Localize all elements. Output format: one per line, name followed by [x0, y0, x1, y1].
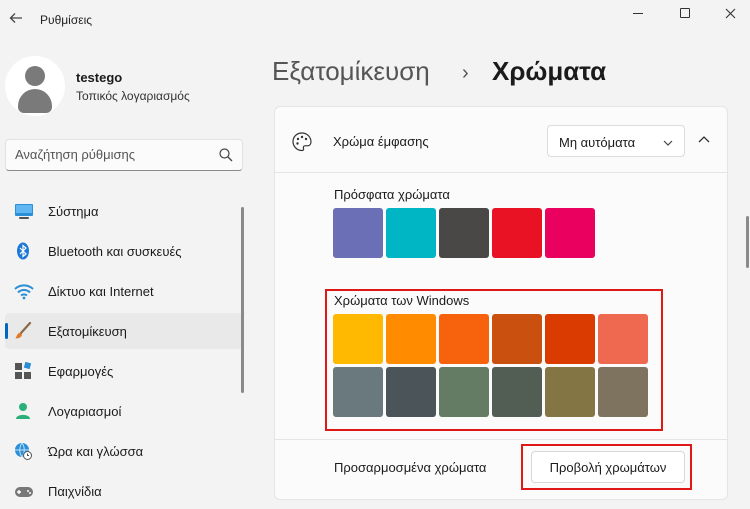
page-title: Χρώματα: [492, 56, 607, 86]
accent-color-label: Χρώμα έμφασης: [333, 134, 429, 149]
sidebar-item-label: Εξατομίκευση: [48, 324, 127, 339]
sidebar-item-network[interactable]: Δίκτυο και Internet: [5, 273, 243, 309]
custom-colors-label: Προσαρμοσμένα χρώματα: [334, 460, 487, 475]
highlight-box-windows-colors: [325, 289, 663, 431]
search-box[interactable]: [5, 139, 243, 171]
sidebar-item-time-language[interactable]: Ώρα και γλώσσα: [5, 433, 243, 469]
brush-icon: [14, 321, 32, 340]
recent-color-swatch[interactable]: [333, 208, 383, 258]
sidebar-scrollbar[interactable]: [241, 207, 244, 393]
sidebar-item-system[interactable]: Σύστημα: [5, 193, 243, 229]
accent-color-card: Χρώμα έμφασης Μη αυτόματα Πρόσφατα χρώμα…: [274, 106, 728, 500]
minimize-icon[interactable]: [624, 3, 652, 23]
recent-color-swatch[interactable]: [492, 208, 542, 258]
recent-colors-label: Πρόσφατα χρώματα: [334, 187, 450, 202]
accent-mode-dropdown[interactable]: Μη αυτόματα: [547, 125, 685, 157]
avatar[interactable]: [5, 56, 65, 116]
sidebar-item-accounts[interactable]: Λογαριασμοί: [5, 393, 243, 429]
breadcrumb-personalization[interactable]: Εξατομίκευση: [272, 56, 430, 87]
close-icon[interactable]: [716, 3, 744, 23]
account-type: Τοπικός λογαριασμός: [76, 89, 190, 103]
sidebar-item-bluetooth[interactable]: Bluetooth και συσκευές: [5, 233, 243, 269]
sidebar-item-apps[interactable]: Εφαρμογές: [5, 353, 243, 389]
palette-icon: [291, 131, 313, 153]
sidebar-item-personalization[interactable]: Εξατομίκευση: [5, 313, 243, 349]
search-icon[interactable]: [218, 147, 234, 163]
dropdown-value: Μη αυτόματα: [559, 135, 636, 150]
selection-indicator: [5, 323, 8, 339]
app-title: Ρυθμίσεις: [40, 13, 93, 27]
sidebar-item-label: Παιχνίδια: [48, 484, 102, 499]
divider: [275, 439, 727, 440]
chevron-down-icon: [662, 136, 674, 148]
avatar-head: [25, 66, 45, 86]
sidebar-item-label: Εφαρμογές: [48, 364, 114, 379]
sidebar-item-gaming[interactable]: Παιχνίδια: [5, 473, 243, 509]
user-name: testego: [76, 70, 123, 85]
wifi-icon: [14, 282, 34, 300]
breadcrumb-separator: ›: [462, 62, 469, 84]
apps-icon: [14, 361, 32, 380]
recent-color-swatch[interactable]: [439, 208, 489, 258]
chevron-up-icon[interactable]: [695, 131, 713, 149]
back-arrow-icon[interactable]: [6, 8, 26, 28]
sidebar-item-label: Bluetooth και συσκευές: [48, 244, 182, 259]
bluetooth-icon: [14, 242, 32, 260]
sidebar-item-label: Δίκτυο και Internet: [48, 284, 154, 299]
globe-clock-icon: [14, 442, 32, 460]
system-icon: [14, 202, 33, 220]
gamepad-icon: [14, 482, 33, 500]
recent-color-swatch[interactable]: [545, 208, 595, 258]
maximize-icon[interactable]: [671, 3, 699, 23]
sidebar-item-label: Σύστημα: [48, 204, 99, 219]
accent-color-header[interactable]: Χρώμα έμφασης Μη αυτόματα: [275, 107, 727, 173]
sidebar-item-label: Ώρα και γλώσσα: [48, 444, 144, 459]
recent-color-swatch[interactable]: [386, 208, 436, 258]
highlight-box-view-colors: [521, 444, 692, 490]
content-scrollbar[interactable]: [746, 216, 749, 268]
sidebar-item-label: Λογαριασμοί: [48, 404, 122, 419]
account-icon: [14, 402, 32, 420]
avatar-body: [18, 89, 52, 113]
search-input[interactable]: [15, 147, 215, 162]
title-bar: Ρυθμίσεις: [0, 0, 750, 36]
